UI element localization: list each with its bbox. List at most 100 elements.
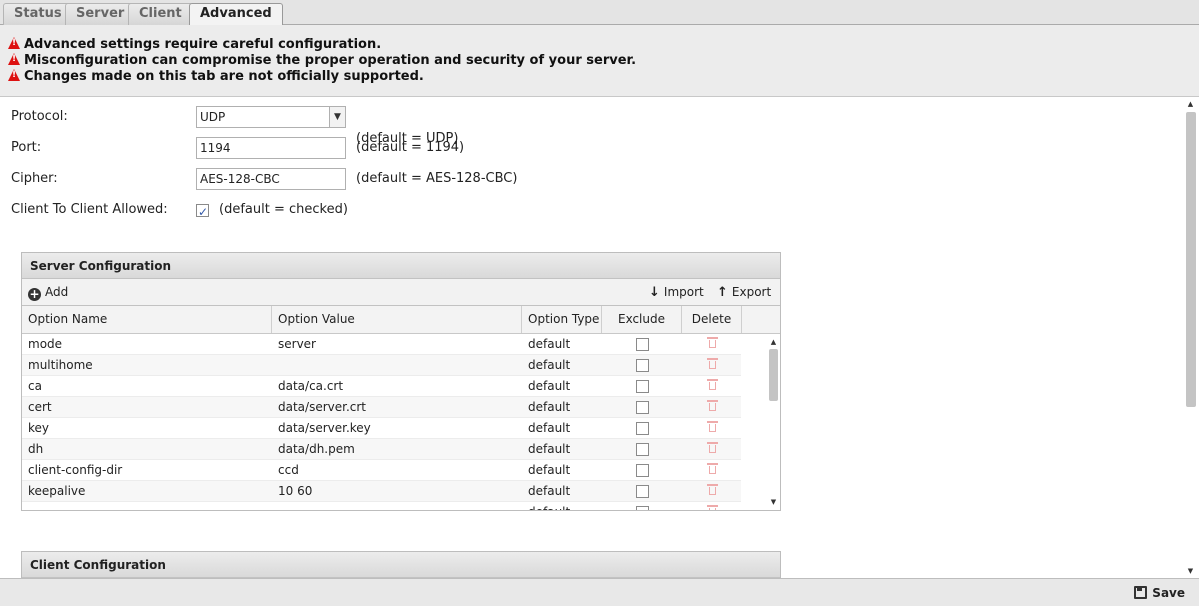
column-delete[interactable]: Delete (682, 306, 742, 333)
server-config-title: Server Configuration (22, 253, 780, 279)
footer-bar: Save (0, 578, 1199, 606)
grid-scrollbar[interactable]: ▲ ▼ (768, 337, 779, 507)
option-type-cell: default (528, 421, 571, 435)
scroll-up-icon[interactable]: ▲ (1185, 99, 1196, 109)
arrow-up-icon: ↑ (717, 285, 728, 300)
warning-line: Changes made on this tab are not officia… (0, 69, 1199, 85)
column-option-name[interactable]: Option Name (22, 306, 272, 333)
trash-icon[interactable] (707, 463, 718, 474)
warning-icon (8, 37, 20, 49)
tab-advanced[interactable]: Advanced (189, 3, 283, 26)
option-value-cell[interactable]: 10 60 (272, 481, 522, 501)
warning-text: Changes made on this tab are not officia… (24, 69, 424, 84)
server-config-panel: Server Configuration + Add ↓ Import ↑ Expor… (21, 252, 781, 511)
protocol-value: UDP (200, 110, 226, 124)
chevron-down-icon[interactable]: ▼ (329, 107, 345, 127)
cipher-input[interactable]: AES-128-CBC (196, 168, 346, 190)
trash-icon[interactable] (707, 484, 718, 495)
column-exclude[interactable]: Exclude (602, 306, 682, 333)
option-value-cell[interactable]: ccd (272, 460, 522, 480)
save-button[interactable]: Save (1134, 584, 1185, 602)
option-value-cell[interactable]: data/dh.pem (272, 439, 522, 459)
exclude-checkbox[interactable] (636, 506, 649, 510)
warning-text: Advanced settings require careful config… (24, 37, 382, 52)
option-value-cell[interactable]: server (272, 334, 522, 354)
option-type-cell: default (528, 400, 571, 414)
grid-scrollbar-thumb[interactable] (769, 349, 778, 401)
trash-icon[interactable] (707, 505, 718, 510)
table-row[interactable]: dh data/dh.pem default (22, 439, 741, 460)
client-to-client-checkbox[interactable] (196, 201, 209, 223)
table-row[interactable]: ca data/ca.crt default (22, 376, 741, 397)
port-input[interactable]: 1194 (196, 137, 346, 159)
protocol-select[interactable]: UDP ▼ (196, 106, 346, 128)
grid-header: Option Name Option Value Option Type Exc… (22, 306, 780, 334)
warning-line: Advanced settings require careful config… (0, 37, 1199, 53)
option-name-cell: dh (28, 442, 44, 456)
warning-line: Misconfiguration can compromise the prop… (0, 53, 1199, 69)
exclude-checkbox[interactable] (636, 338, 649, 351)
page-scrollbar[interactable]: ▲ ▼ (1183, 97, 1199, 578)
option-name-cell: keepalive (28, 484, 86, 498)
warning-banner: Advanced settings require careful config… (0, 25, 1199, 97)
scroll-up-icon[interactable]: ▲ (768, 337, 779, 347)
option-name-cell: mode (28, 337, 63, 351)
client-to-client-label: Client To Client Allowed: (11, 202, 168, 217)
floppy-disk-icon (1134, 586, 1148, 599)
client-to-client-row: Client To Client Allowed: (default = che… (11, 199, 411, 223)
table-row[interactable]: default (22, 502, 741, 510)
exclude-checkbox[interactable] (636, 359, 649, 372)
column-option-type[interactable]: Option Type (522, 306, 602, 333)
client-config-panel: Client Configuration (21, 551, 781, 578)
import-label: Import (663, 285, 704, 299)
trash-icon[interactable] (707, 358, 718, 369)
scroll-down-icon[interactable]: ▼ (768, 497, 779, 507)
exclude-checkbox[interactable] (636, 380, 649, 393)
add-label: Add (45, 285, 69, 299)
add-icon: + (28, 287, 41, 301)
warning-text: Misconfiguration can compromise the prop… (24, 53, 637, 68)
port-label: Port: (11, 140, 42, 155)
exclude-checkbox[interactable] (636, 401, 649, 414)
add-button[interactable]: + Add (28, 279, 68, 305)
trash-icon[interactable] (707, 379, 718, 390)
option-type-cell: default (528, 379, 571, 393)
exclude-checkbox[interactable] (636, 464, 649, 477)
table-row[interactable]: client-config-dir ccd default (22, 460, 741, 481)
arrow-down-icon: ↓ (649, 285, 660, 300)
page-scrollbar-thumb[interactable] (1186, 112, 1196, 407)
tab-status[interactable]: Status (3, 3, 73, 25)
trash-icon[interactable] (707, 421, 718, 432)
exclude-checkbox[interactable] (636, 485, 649, 498)
option-value-cell[interactable]: data/server.crt (272, 397, 522, 417)
export-button[interactable]: ↑ Export (717, 279, 771, 306)
option-type-cell: default (522, 502, 602, 510)
option-value-cell[interactable]: data/ca.crt (272, 376, 522, 396)
table-row[interactable]: key data/server.key default (22, 418, 741, 439)
exclude-checkbox[interactable] (636, 443, 649, 456)
option-type-cell: default (528, 337, 571, 351)
option-name-cell: ca (28, 379, 42, 393)
table-row[interactable]: cert data/server.crt default (22, 397, 741, 418)
protocol-label: Protocol: (11, 109, 68, 124)
option-name-cell: multihome (28, 358, 93, 372)
save-label: Save (1152, 586, 1185, 600)
trash-icon[interactable] (707, 337, 718, 348)
port-hint: (default = 1194) (356, 140, 465, 155)
scroll-down-icon[interactable]: ▼ (1185, 566, 1196, 576)
tab-server[interactable]: Server (65, 3, 136, 25)
trash-icon[interactable] (707, 442, 718, 453)
cipher-hint: (default = AES-128-CBC) (356, 171, 518, 186)
option-name-cell: cert (28, 400, 52, 414)
tab-client[interactable]: Client (128, 3, 193, 25)
trash-icon[interactable] (707, 400, 718, 411)
exclude-checkbox[interactable] (636, 422, 649, 435)
import-button[interactable]: ↓ Import (649, 279, 704, 306)
table-row[interactable]: keepalive 10 60 default (22, 481, 741, 502)
option-value-cell[interactable]: data/server.key (272, 418, 522, 438)
table-row[interactable]: mode server default (22, 334, 741, 355)
column-option-value[interactable]: Option Value (272, 306, 522, 333)
server-config-toolbar: + Add ↓ Import ↑ Export (22, 279, 780, 306)
table-row[interactable]: multihome default (22, 355, 741, 376)
client-config-title: Client Configuration (22, 552, 780, 578)
